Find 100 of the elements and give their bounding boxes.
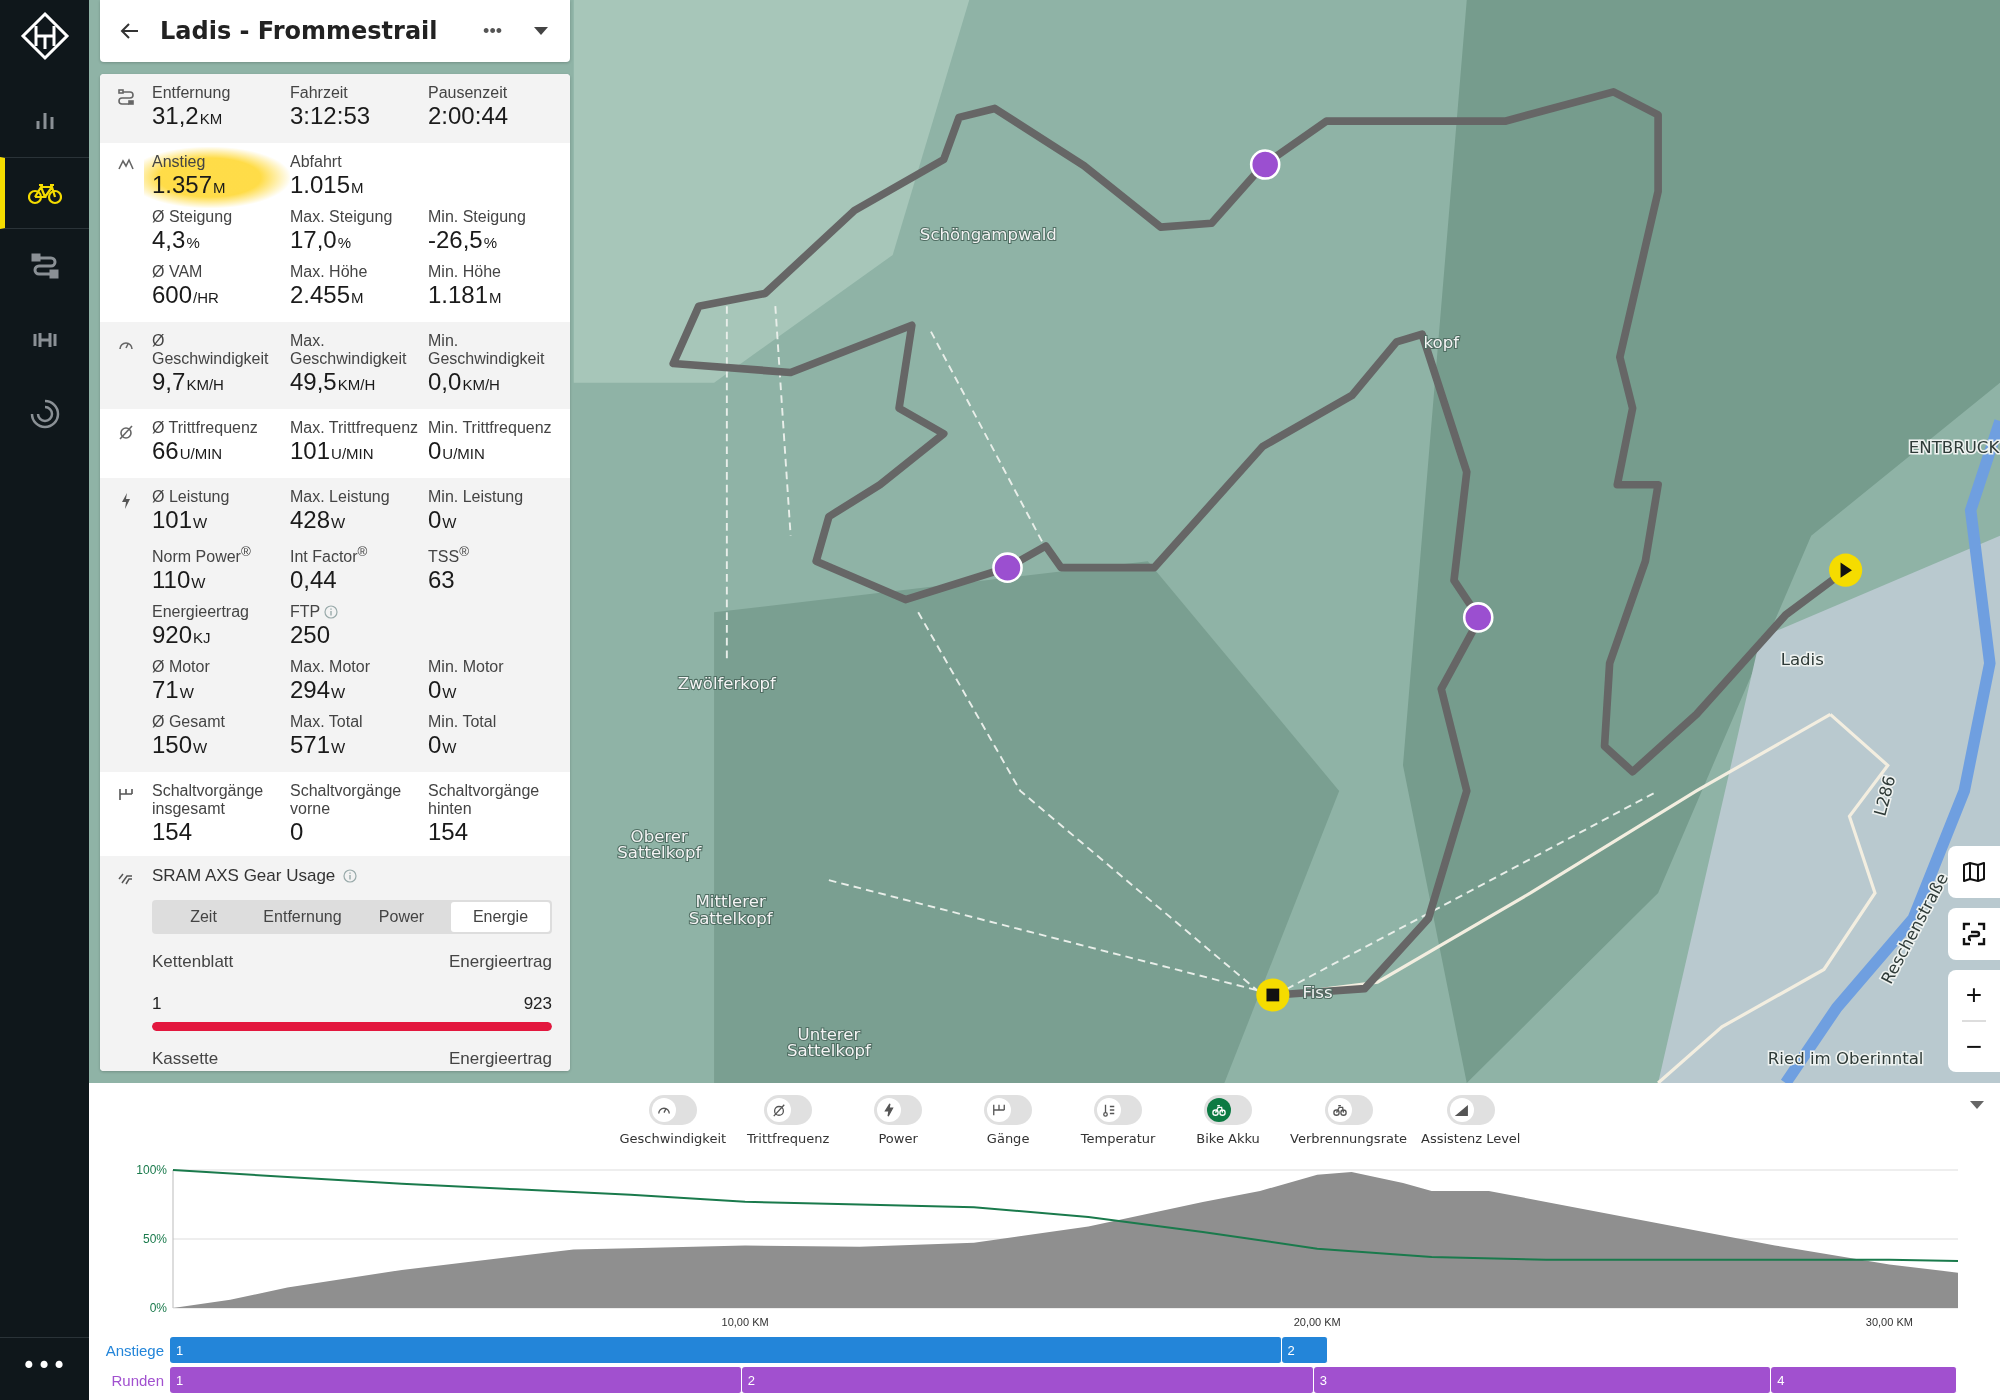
track-label: Runden [110, 1371, 165, 1389]
logo-icon[interactable] [19, 11, 70, 61]
finish-marker-icon[interactable] [1256, 978, 1290, 1012]
route-icon [118, 89, 134, 105]
chart-toggle[interactable]: Power [848, 1095, 949, 1146]
stat-label: Schaltvorgänge vorne [290, 782, 403, 819]
bicycle-icon [27, 181, 62, 205]
stat-label: Schaltvorgänge hinten [428, 782, 541, 819]
stat-label: Ø Trittfrequenz [152, 419, 258, 437]
stat-label: Pausenzeit [428, 84, 508, 102]
map-label: Ried im Oberinntal [1767, 1048, 1924, 1068]
chart-toggle[interactable]: Gänge [958, 1095, 1059, 1146]
section-title: SRAM AXS Gear Usage [152, 866, 336, 887]
column-heading: Energieertrag [449, 952, 552, 973]
stat-value: -26,5% [428, 226, 499, 255]
stat-label: Max. Total [290, 713, 363, 732]
stat-value: 101U/MIN [290, 437, 375, 466]
stat-value: 0,0KM/H [428, 368, 501, 397]
stat-label: Entfernung [152, 84, 231, 102]
tab[interactable]: Energie [451, 902, 550, 933]
stat-value: 154 [428, 818, 470, 847]
chart-toggle[interactable]: Assistenz Level [1419, 1095, 1523, 1146]
tab[interactable]: Zeit [154, 902, 253, 933]
start-marker-icon[interactable] [1829, 553, 1863, 587]
stat-label: Min. Trittfrequenz [428, 419, 552, 437]
stat-label: Min. Total [428, 713, 497, 732]
stat-value: 31,2KM [152, 102, 224, 131]
stat-value: 3:12:53 [290, 102, 372, 130]
mountain-icon [118, 158, 134, 170]
stat-label: Anstieg [152, 153, 206, 171]
map-label: L286 [1870, 773, 1900, 819]
stat-label: TSS$^{®}$ [428, 543, 469, 567]
stat-value: 150W [152, 731, 209, 761]
stat-label: Ø Leistung [152, 488, 230, 506]
stat-label: Ø VAM [152, 263, 203, 281]
stat-value: 294W [290, 676, 347, 706]
stat-value: 63 [428, 566, 456, 595]
segment-bar[interactable]: 2 [741, 1367, 1314, 1393]
bicycle-icon [1212, 1103, 1227, 1117]
chart-toggle[interactable]: Verbrennungsrate [1288, 1095, 1410, 1146]
fit-route-button[interactable] [1948, 908, 2000, 960]
segment-bar[interactable]: 3 [1313, 1367, 1772, 1393]
stat-label: Abfahrt [290, 153, 342, 171]
chart-toggle[interactable]: Geschwindigkeit [617, 1095, 729, 1146]
stat-value: 1.357M [152, 171, 227, 200]
chart-toggle[interactable]: Bike Akku [1178, 1095, 1279, 1146]
x-tick-label: 10,00 KM [721, 1316, 769, 1328]
route-title: Ladis - Frommestrail [160, 17, 439, 45]
y-tick-label: 50% [142, 1232, 167, 1246]
stat-value: 49,5KM/H [290, 368, 377, 397]
stat-value: 66U/MIN [152, 437, 224, 466]
stat-label: Ø Steigung [152, 208, 233, 226]
stat-label: Min. Steigung [428, 208, 526, 226]
map-label: Fiss [1302, 982, 1333, 1002]
tab[interactable]: Entfernung [253, 902, 352, 933]
stat-label: Max. Geschwindigkeit [290, 332, 408, 368]
lap-marker-icon[interactable] [1249, 149, 1281, 180]
cadence-icon [118, 424, 134, 440]
segment-bar[interactable]: 4 [1771, 1367, 1957, 1393]
stat-label: Min. Höhe [428, 263, 501, 281]
stat-value: 1.181M [428, 281, 503, 310]
y-tick-label: 0% [149, 1301, 167, 1315]
stat-label: Fahrzeit [290, 84, 348, 102]
column-heading: Kassette [152, 1049, 219, 1070]
tab[interactable]: Power [352, 902, 451, 933]
stat-value: 1.015M [290, 171, 365, 200]
stat-value: 428W [290, 506, 347, 535]
stat-label: Min. Motor [428, 658, 504, 677]
stat-label: Max. Höhe [290, 263, 368, 281]
zoom-in-button[interactable]: + [1948, 970, 2000, 1020]
stat-value: 4,3% [152, 226, 201, 255]
segment-bar[interactable]: 2 [1281, 1337, 1328, 1363]
more-button[interactable]: ••• [469, 20, 516, 42]
stat-label: Schaltvorgänge insgesamt [152, 782, 265, 819]
more-button[interactable]: ••• [0, 1337, 89, 1400]
map-layers-button[interactable] [1948, 846, 2000, 898]
map-label: Zwölferkopf [677, 673, 776, 693]
stat-label: Norm Power$^{®}$ [152, 543, 251, 567]
stat-value: 71W [152, 676, 195, 706]
caret-icon[interactable] [1970, 1101, 1984, 1109]
stat-label: FTP [290, 603, 321, 622]
stat-label: Ø Motor [152, 658, 210, 677]
stat-value: 920KJ [152, 621, 212, 651]
stat-value: 154 [152, 818, 194, 847]
stat-label: Max. Steigung [290, 208, 393, 226]
caret-icon[interactable] [534, 27, 548, 35]
map-label: ENTBRUCK [1908, 437, 2000, 457]
segment-bar[interactable]: 1 [170, 1337, 1282, 1363]
chart-toggle[interactable]: Temperatur [1068, 1095, 1169, 1146]
stat-label: Max. Motor [290, 658, 370, 677]
segment-bar[interactable]: 1 [170, 1367, 742, 1393]
lap-marker-icon[interactable] [1462, 602, 1494, 633]
stat-value: 9,7KM/H [152, 368, 225, 397]
zoom-out-button[interactable]: − [1948, 1022, 2000, 1072]
stat-value: 0 [290, 818, 305, 847]
fit-route-icon [1962, 922, 1986, 946]
chart-toggle[interactable]: Trittfrequenz [738, 1095, 839, 1146]
stat-label: Ø Geschwindigkeit [152, 332, 270, 368]
lightning-icon [120, 493, 132, 509]
stat-value: 250 [290, 621, 332, 650]
